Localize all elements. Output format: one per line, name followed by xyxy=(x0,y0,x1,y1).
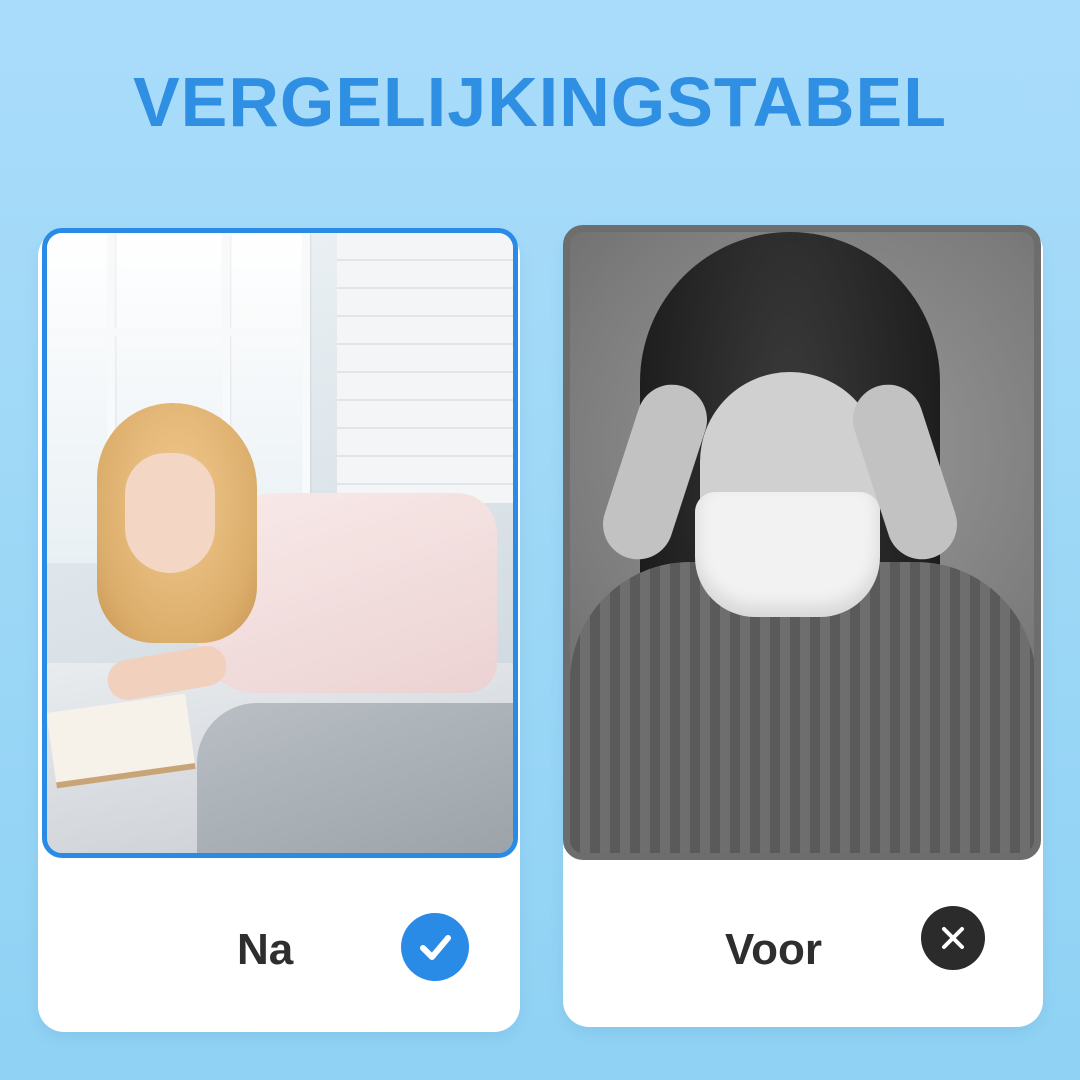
x-circle-icon xyxy=(921,906,985,970)
photo-voor xyxy=(563,225,1041,860)
label-na: Na xyxy=(237,925,294,974)
page-title: VERGELIJKINGSTABEL xyxy=(132,63,947,141)
photo-na xyxy=(42,228,518,858)
label-voor: Voor xyxy=(725,925,822,974)
check-circle-icon xyxy=(401,913,469,981)
